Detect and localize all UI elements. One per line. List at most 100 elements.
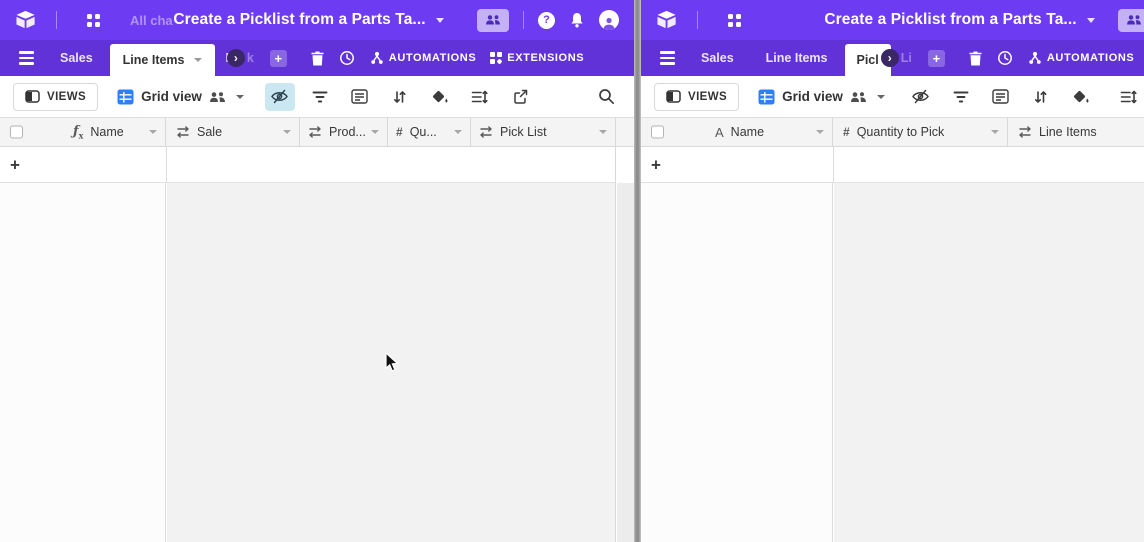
grid-body-frozen[interactable] xyxy=(641,183,833,542)
color-button[interactable] xyxy=(425,83,455,111)
filter-button[interactable] xyxy=(305,83,335,111)
automations-label: AUTOMATIONS xyxy=(389,52,476,64)
grid-view-switcher[interactable]: Grid view xyxy=(117,89,244,105)
right-window: Create a Picklist from a Parts Ta... ? S… xyxy=(641,0,1144,542)
column-caret-icon[interactable] xyxy=(991,130,999,134)
frozen-column-divider xyxy=(833,147,834,183)
tab-sales[interactable]: Sales xyxy=(60,51,93,65)
left-view-toolbar: VIEWS Grid view xyxy=(0,76,634,118)
select-all-checkbox[interactable] xyxy=(651,126,664,139)
group-button[interactable] xyxy=(986,83,1016,111)
column-caret-icon[interactable] xyxy=(816,130,824,134)
base-title-caret-icon[interactable] xyxy=(436,18,444,23)
view-collaborators-icon xyxy=(850,91,867,103)
grid-view-switcher[interactable]: Grid view xyxy=(758,89,885,105)
view-name: Grid view xyxy=(782,89,843,104)
left-topbar: All cha Create a Picklist from a Parts T… xyxy=(0,0,634,40)
column-caret-icon[interactable] xyxy=(149,130,157,134)
scroll-tabs-right-button[interactable]: › xyxy=(881,49,899,67)
hide-fields-button[interactable] xyxy=(906,83,936,111)
column-header-pick-list[interactable]: Pick List xyxy=(471,118,616,146)
views-sidebar-button[interactable]: VIEWS xyxy=(13,83,98,111)
column-header-name[interactable]: ƒx Name xyxy=(0,118,166,146)
row-height-button[interactable] xyxy=(1114,83,1144,111)
history-icon[interactable] xyxy=(997,50,1013,66)
grid-body[interactable] xyxy=(834,183,1144,542)
add-record-plus-icon[interactable]: + xyxy=(651,156,661,173)
column-name-label: Line Items xyxy=(1039,125,1097,139)
grid-body-frozen[interactable] xyxy=(0,183,166,542)
add-record-row[interactable]: + xyxy=(641,147,1144,183)
views-sidebar-button[interactable]: VIEWS xyxy=(654,83,739,111)
right-tab-bar: Sales Line Items Picl › Li + AUTOMATIONS… xyxy=(641,40,1144,76)
grid-view-icon xyxy=(758,89,775,105)
tab-sales[interactable]: Sales xyxy=(701,51,734,65)
view-name: Grid view xyxy=(141,89,202,104)
linked-record-icon xyxy=(176,125,190,139)
right-topbar: Create a Picklist from a Parts Ta... ? xyxy=(641,0,1144,40)
scroll-tabs-right-button[interactable]: › xyxy=(227,49,245,67)
group-icon xyxy=(992,89,1009,104)
hide-fields-eye-icon xyxy=(911,88,930,105)
hide-fields-button[interactable] xyxy=(265,83,295,111)
column-caret-icon[interactable] xyxy=(599,130,607,134)
tab-line-items[interactable]: Line Items xyxy=(766,51,828,65)
tab-line-items-label: Line Items xyxy=(123,53,185,67)
column-caret-icon[interactable] xyxy=(454,130,462,134)
trash-icon[interactable] xyxy=(969,51,982,66)
sort-icon xyxy=(1033,90,1048,104)
column-caret-icon[interactable] xyxy=(283,130,291,134)
row-height-button[interactable] xyxy=(465,83,495,111)
share-view-icon xyxy=(512,89,528,105)
extensions-icon xyxy=(490,52,502,64)
color-button[interactable] xyxy=(1066,83,1096,111)
right-view-toolbar: VIEWS Grid view xyxy=(641,76,1144,118)
number-icon: # xyxy=(843,125,850,139)
automations-flow-icon xyxy=(1028,51,1042,65)
ghost-tab-text: k xyxy=(247,51,254,65)
base-title-caret-icon[interactable] xyxy=(1087,18,1095,23)
column-header-name[interactable]: A Name xyxy=(641,118,833,146)
column-name-label: Name xyxy=(731,125,764,139)
automations-tab[interactable]: AUTOMATIONS xyxy=(370,51,476,65)
column-name-label: Pick List xyxy=(500,125,547,139)
share-view-button[interactable] xyxy=(505,83,535,111)
tab-line-items-active[interactable]: Line Items xyxy=(110,44,215,76)
group-button[interactable] xyxy=(345,83,375,111)
column-header-product[interactable]: Prod... xyxy=(300,118,388,146)
column-header-sale[interactable]: Sale xyxy=(166,118,300,146)
history-icon[interactable] xyxy=(339,50,355,66)
column-header-quantity[interactable]: # Qu... xyxy=(388,118,471,146)
filter-button[interactable] xyxy=(946,83,976,111)
view-dropdown-caret-icon[interactable] xyxy=(236,95,244,99)
views-label: VIEWS xyxy=(688,91,727,103)
trash-icon[interactable] xyxy=(311,51,324,66)
add-table-button[interactable]: + xyxy=(270,50,287,67)
column-header-line-items[interactable]: Line Items xyxy=(1008,118,1144,146)
search-button[interactable] xyxy=(598,88,615,105)
add-table-button[interactable]: + xyxy=(928,50,945,67)
sort-button[interactable] xyxy=(385,83,415,111)
left-window: All cha Create a Picklist from a Parts T… xyxy=(0,0,634,542)
tab-caret-icon[interactable] xyxy=(194,58,202,62)
paint-bucket-icon xyxy=(1072,89,1090,105)
column-name-label: Quantity to Pick xyxy=(857,125,945,139)
base-title[interactable]: Create a Picklist from a Parts Ta... xyxy=(824,11,1076,29)
select-all-checkbox[interactable] xyxy=(10,126,23,139)
extensions-tab[interactable]: EXTENSIONS xyxy=(490,52,584,64)
formula-icon: ƒx xyxy=(73,124,83,141)
view-collaborators-icon xyxy=(209,91,226,103)
view-dropdown-caret-icon[interactable] xyxy=(877,95,885,99)
sidebar-menu-icon[interactable] xyxy=(660,51,675,64)
base-title[interactable]: Create a Picklist from a Parts Ta... xyxy=(173,11,425,29)
add-record-plus-icon[interactable]: + xyxy=(10,156,20,173)
views-label: VIEWS xyxy=(47,91,86,103)
sidebar-menu-icon[interactable] xyxy=(19,51,34,64)
automations-label: AUTOMATIONS xyxy=(1047,52,1134,64)
column-caret-icon[interactable] xyxy=(371,130,379,134)
automations-tab[interactable]: AUTOMATIONS xyxy=(1028,51,1134,65)
sort-button[interactable] xyxy=(1026,83,1056,111)
column-header-quantity-to-pick[interactable]: # Quantity to Pick xyxy=(833,118,1008,146)
add-record-row[interactable]: + xyxy=(0,147,616,183)
gif-frame-divider xyxy=(634,0,641,542)
